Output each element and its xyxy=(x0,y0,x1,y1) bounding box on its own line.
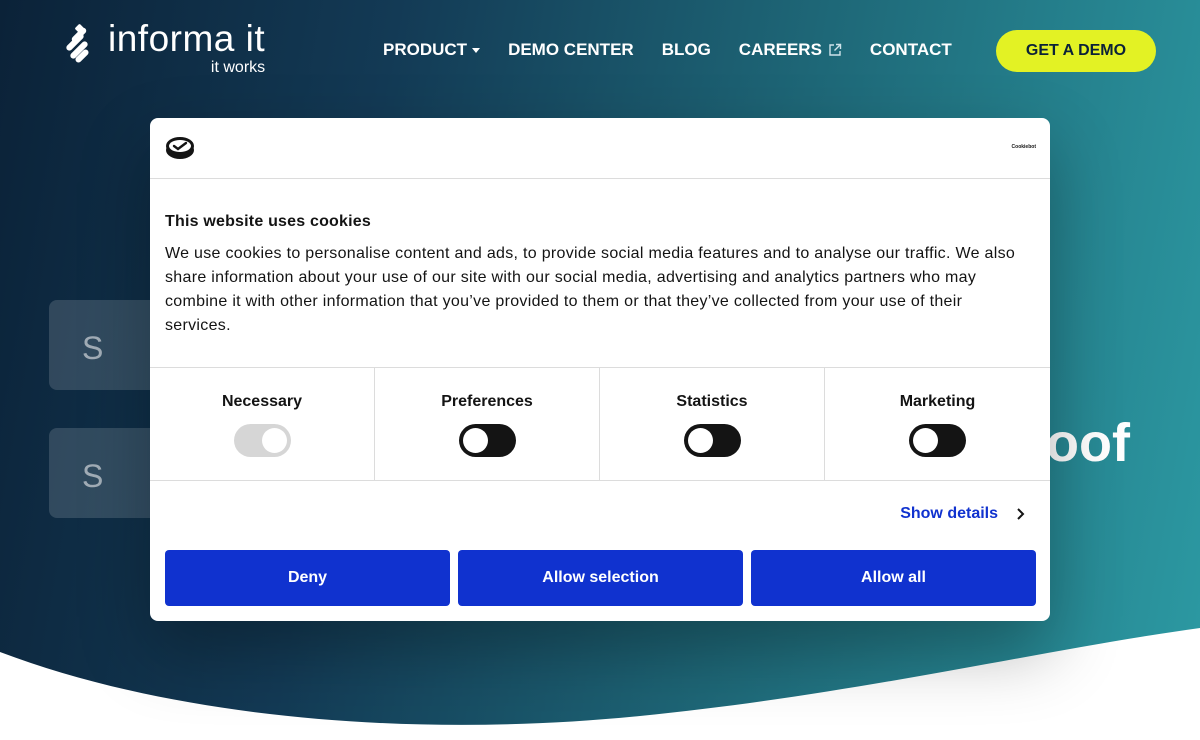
allow-all-button[interactable]: Allow all xyxy=(751,550,1036,606)
dialog-header: Cookiebot xyxy=(150,118,1050,179)
nav-item-demo-center[interactable]: DEMO CENTER xyxy=(508,40,634,60)
cookiebot-logo-icon xyxy=(166,137,194,159)
logo-tagline: it works xyxy=(210,59,266,76)
dialog-buttons: Deny Allow selection Allow all xyxy=(165,550,1036,606)
toggle-knob xyxy=(687,428,713,453)
toggle-knob xyxy=(913,428,938,453)
nav-item-demo-center-label: DEMO CENTER xyxy=(508,40,634,59)
nav-item-careers[interactable]: CAREERS xyxy=(739,40,842,60)
nav-item-contact-label: CONTACT xyxy=(869,40,952,59)
statistics-toggle[interactable] xyxy=(683,424,741,457)
category-preferences: Preferences xyxy=(375,368,600,480)
hero-feature-tile[interactable]: S xyxy=(49,300,159,390)
get-a-demo-button[interactable]: GET A DEMO xyxy=(996,30,1156,72)
category-statistics: Statistics xyxy=(600,368,825,480)
show-details-label: Show details xyxy=(900,505,998,522)
cookie-consent-dialog: Cookiebot This website uses cookies We u… xyxy=(150,118,1050,621)
logo-name: informa it xyxy=(108,18,266,59)
nav-item-contact[interactable]: CONTACT xyxy=(870,40,952,60)
category-label: Marketing xyxy=(899,393,976,410)
nav-item-product-label: PRODUCT xyxy=(383,40,468,59)
necessary-toggle xyxy=(233,424,291,457)
allow-selection-button[interactable]: Allow selection xyxy=(458,550,743,606)
marketing-toggle[interactable] xyxy=(909,424,966,457)
dialog-body-text: We use cookies to personalise content an… xyxy=(165,245,1016,334)
category-label: Statistics xyxy=(676,393,748,410)
site-logo[interactable]: informa it it works xyxy=(58,20,265,77)
hero-feature-tile[interactable]: S xyxy=(49,428,159,518)
deny-button[interactable]: Deny xyxy=(165,550,450,606)
dialog-title: This website uses cookies xyxy=(165,213,371,230)
category-marketing: Marketing xyxy=(825,368,1050,480)
preferences-toggle[interactable] xyxy=(458,424,516,457)
chevron-right-icon xyxy=(1017,508,1025,520)
toggle-knob xyxy=(261,428,287,453)
consent-categories: Necessary Preferences Statistics Marketi… xyxy=(150,367,1050,481)
category-label: Necessary xyxy=(221,393,303,410)
nav-item-blog-label: BLOG xyxy=(661,40,711,59)
show-details-link[interactable]: Show details xyxy=(900,505,1026,523)
hero-heading-fragment: oof xyxy=(1046,413,1130,473)
toggle-knob xyxy=(462,428,488,453)
external-link-icon xyxy=(829,43,842,56)
nav-item-blog[interactable]: BLOG xyxy=(662,40,711,60)
caret-down-icon xyxy=(472,47,481,53)
main-nav: PRODUCT DEMO CENTER BLOG CAREERS CONTACT xyxy=(383,40,980,60)
category-necessary: Necessary xyxy=(150,368,375,480)
category-label: Preferences xyxy=(441,393,533,410)
powered-by-logo[interactable]: Cookiebot xyxy=(1012,144,1036,150)
nav-item-careers-label: CAREERS xyxy=(738,40,822,59)
nav-item-product[interactable]: PRODUCT xyxy=(383,40,481,60)
logo-mark-icon xyxy=(66,24,89,63)
